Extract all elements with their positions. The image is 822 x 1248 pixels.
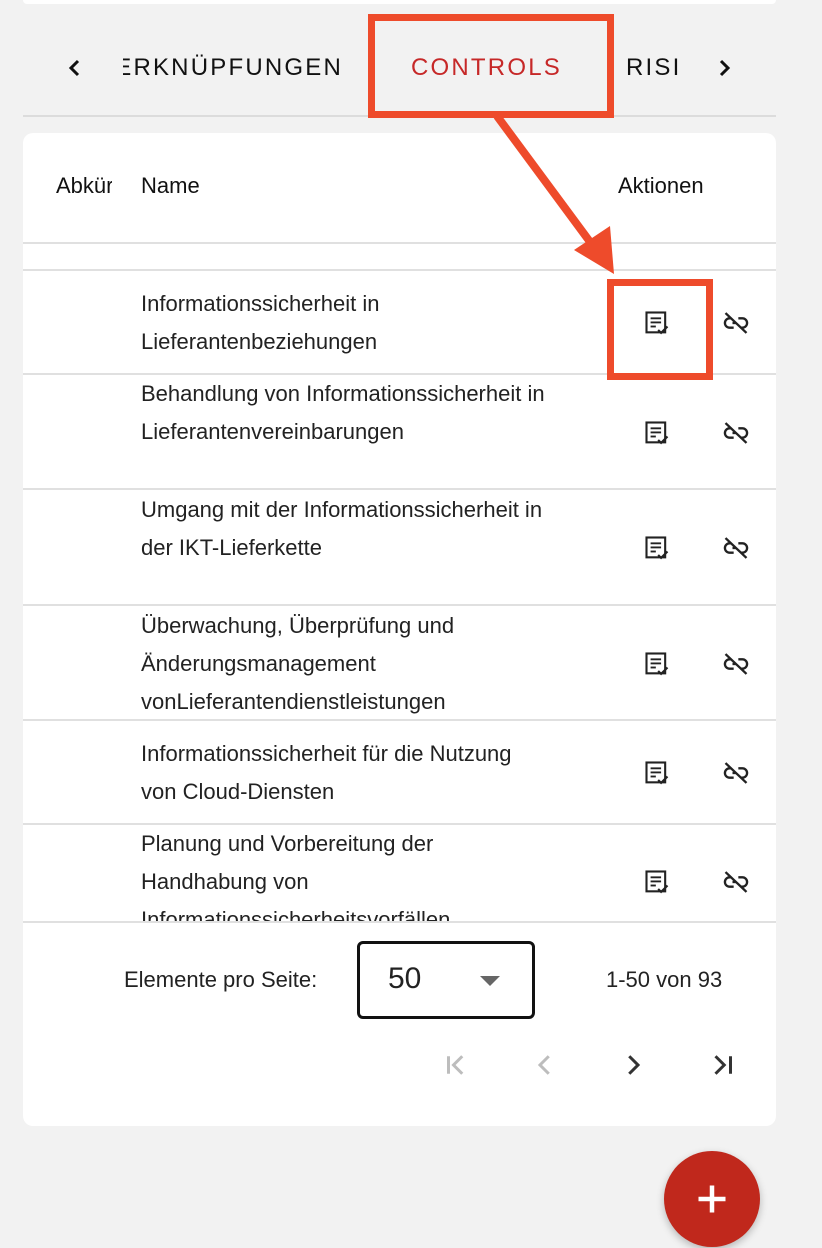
review-control-button[interactable] (637, 413, 677, 453)
unlink-control-button[interactable] (716, 528, 756, 568)
column-header-name[interactable]: Name (141, 173, 200, 199)
review-control-button[interactable] (637, 303, 677, 343)
controls-table: Abkürzung Name Aktionen Informationssich… (23, 133, 776, 1126)
unlink-control-button[interactable] (716, 862, 756, 902)
assignment-review-icon (645, 761, 669, 785)
table-row[interactable]: Umgang mit der Informationssicherheit in… (23, 490, 776, 606)
table-row[interactable]: Informationssicherheit für die Nutzung v… (23, 721, 776, 825)
chevron-right-icon (628, 1055, 641, 1075)
last-page-button[interactable] (701, 1043, 745, 1087)
review-control-button[interactable] (637, 644, 677, 684)
link-off-icon (723, 762, 749, 784)
unlink-control-button[interactable] (716, 753, 756, 793)
tab-scroll-left-button[interactable] (55, 48, 95, 88)
table-row[interactable]: Behandlung von Informationssicherheit in… (23, 375, 776, 490)
previous-page-button[interactable] (523, 1043, 567, 1087)
link-off-icon (723, 422, 749, 444)
row-name: Informationssicherheit für die Nutzung v… (141, 741, 512, 804)
chevron-left-icon (68, 59, 80, 77)
review-control-button[interactable] (637, 753, 677, 793)
first-page-icon (447, 1055, 464, 1075)
tab-divider (23, 115, 776, 117)
tab-risiken[interactable]: RISIKEN (626, 40, 683, 96)
column-header-abbreviation[interactable]: Abkürzung (56, 173, 112, 199)
review-control-button[interactable] (637, 528, 677, 568)
items-per-page-label: Elemente pro Seite: (124, 967, 318, 992)
tab-scroll-right-button[interactable] (704, 48, 744, 88)
row-name: Behandlung von Informationssicherheit in… (141, 381, 545, 444)
unlink-control-button[interactable] (716, 644, 756, 684)
row-name: Informationssicherheit in Lieferantenbez… (141, 291, 380, 354)
tab-verknuepfungen[interactable]: VERKNÜPFUNGEN (123, 40, 343, 96)
link-off-icon (723, 312, 749, 334)
page-size-value: 50 (388, 962, 422, 995)
link-off-icon (723, 653, 749, 675)
add-control-button[interactable] (664, 1151, 760, 1247)
dropdown-arrow-icon (480, 976, 500, 986)
table-row[interactable]: Informationssicherheit in Lieferantenbez… (23, 271, 776, 375)
header-divider (23, 242, 776, 244)
table-footer-divider (23, 921, 776, 923)
page-range-label: 1-50 von 93 (606, 967, 723, 992)
table-row[interactable]: Überwachung, Überprüfung und Änderungsma… (23, 606, 776, 721)
first-page-button[interactable] (434, 1043, 478, 1087)
last-page-icon (714, 1055, 732, 1075)
tab-controls[interactable]: CONTROLS (411, 40, 562, 96)
table-row[interactable]: Planung und Vorbereitung der Handhabung … (23, 825, 776, 923)
tab-bar: VERKNÜPFUNGEN CONTROLS RISIKEN (23, 0, 776, 117)
tab-list: VERKNÜPFUNGEN CONTROLS RISIKEN (123, 40, 683, 96)
chevron-right-icon (719, 59, 731, 77)
row-name: Überwachung, Überprüfung und Änderungsma… (141, 613, 455, 714)
unlink-control-button[interactable] (716, 303, 756, 343)
link-off-icon (723, 871, 749, 893)
review-control-button[interactable] (637, 862, 677, 902)
assignment-review-icon (645, 652, 669, 676)
table-body: Informationssicherheit in Lieferantenbez… (23, 271, 776, 923)
assignment-review-icon (645, 311, 669, 335)
add-icon (698, 1185, 726, 1213)
link-off-icon (723, 537, 749, 559)
assignment-review-icon (645, 870, 669, 894)
unlink-control-button[interactable] (716, 413, 756, 453)
page-size-select[interactable]: 50 (357, 941, 535, 1019)
row-name: Planung und Vorbereitung der Handhabung … (141, 831, 451, 923)
next-page-button[interactable] (611, 1043, 655, 1087)
column-header-actions: Aktionen (618, 173, 704, 198)
chevron-left-icon (537, 1055, 550, 1075)
assignment-review-icon (645, 421, 669, 445)
assignment-review-icon (645, 536, 669, 560)
row-name: Umgang mit der Informationssicherheit in… (141, 497, 543, 560)
